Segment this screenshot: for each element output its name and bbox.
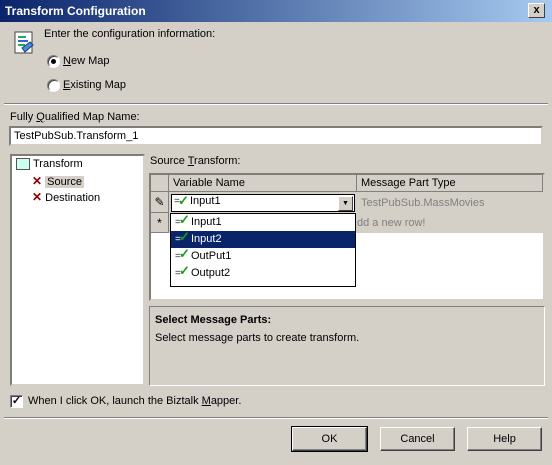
dropdown-option[interactable]: = ✓ Output2 <box>171 263 355 282</box>
radio-selected-dot <box>51 59 56 64</box>
field-icon: = ✓ <box>175 263 190 279</box>
dropdown-option[interactable]: = ✓ OutPut1 <box>171 246 355 265</box>
row-edit-marker: ✎ <box>151 192 169 213</box>
separator <box>4 417 548 419</box>
intro-text: Enter the configuration information: <box>44 28 216 40</box>
tree-root-label: Transform <box>33 158 83 170</box>
map-config-icon <box>12 30 38 58</box>
source-transform-label: Source Transform: <box>150 155 241 167</box>
variable-name-value: Input1 <box>190 195 221 207</box>
help-panel: Select Message Parts: Select message par… <box>149 306 545 386</box>
new-map-label-rest: ew Map <box>70 55 110 67</box>
tree-item-destination-label: Destination <box>45 192 101 204</box>
chevron-down-icon[interactable]: ▼ <box>338 196 353 211</box>
existing-map-label-rest: xisting Map <box>70 79 126 91</box>
existing-map-label[interactable]: Existing Map <box>63 79 126 91</box>
tree-root[interactable]: Transform <box>16 158 83 171</box>
variable-dropdown-list[interactable]: = ✓ Input1 = ✓ Input2 = ✓ OutPut1 = ✓ Output2 <box>170 212 356 287</box>
dropdown-option-label: Output2 <box>191 267 231 279</box>
column-header-variable-name[interactable]: Variable Name <box>169 175 357 192</box>
tree-item-destination[interactable]: ✕ Destination <box>32 190 100 204</box>
close-button[interactable]: x <box>528 3 545 18</box>
error-x-icon: ✕ <box>32 174 43 188</box>
variable-name-combo[interactable]: = ✓ Input1 ▼ <box>171 193 355 212</box>
dropdown-option-label: OutPut1 <box>191 250 232 262</box>
dropdown-option-label: Input2 <box>191 233 222 245</box>
new-row-hint[interactable]: dd a new row! <box>357 217 425 229</box>
launch-mapper-label[interactable]: When I click OK, launch the Biztalk Mapp… <box>28 395 241 407</box>
ok-button[interactable]: OK <box>291 426 368 452</box>
transform-tree[interactable]: Transform ✕ Source ✕ Destination <box>10 154 145 386</box>
close-icon: x <box>533 4 540 16</box>
help-button[interactable]: Help <box>467 427 542 451</box>
column-header-message-part-type[interactable]: Message Part Type <box>357 175 543 192</box>
separator <box>4 103 548 105</box>
dropdown-option-label: Input1 <box>191 216 222 228</box>
new-row-marker: * <box>151 213 169 233</box>
message-part-type-cell: TestPubSub.MassMovies <box>361 197 485 209</box>
tree-item-source[interactable]: ✕ Source <box>32 174 84 188</box>
new-map-label[interactable]: New Map <box>63 55 109 67</box>
dropdown-option-selected[interactable]: = ✓ Input2 <box>171 229 355 248</box>
new-map-mnemonic: N <box>63 55 71 67</box>
cancel-button[interactable]: Cancel <box>380 427 455 451</box>
grid-corner <box>151 175 169 192</box>
transform-icon <box>16 158 30 171</box>
map-name-label: Fully Qualified Map Name: <box>10 111 140 123</box>
window-title: Transform Configuration <box>5 4 146 18</box>
launch-mapper-checkbox[interactable]: ✓ <box>10 395 23 408</box>
tree-item-source-label: Source <box>45 176 84 188</box>
dropdown-option[interactable]: = ✓ Input1 <box>171 212 355 231</box>
help-panel-text: Select message parts to create transform… <box>155 332 360 344</box>
existing-map-radio[interactable] <box>47 79 60 92</box>
help-panel-title: Select Message Parts: <box>155 314 272 326</box>
new-map-radio[interactable] <box>47 55 60 68</box>
map-name-field[interactable]: TestPubSub.Transform_1 <box>9 126 543 146</box>
error-x-icon: ✕ <box>32 190 43 204</box>
field-icon: = ✓ <box>174 193 189 208</box>
